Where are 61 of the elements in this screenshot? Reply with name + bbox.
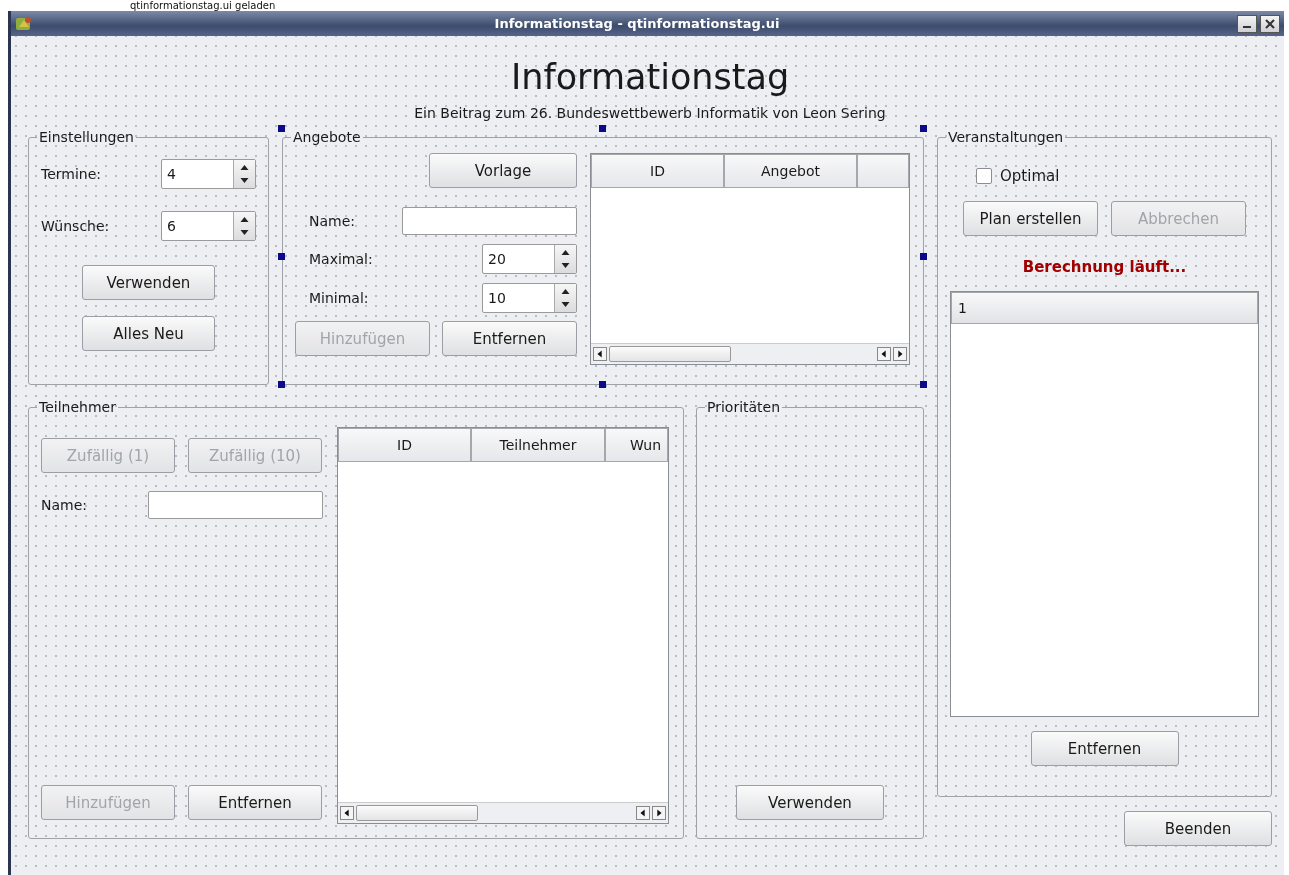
- selection-handle[interactable]: [278, 253, 285, 260]
- spin-box[interactable]: 4: [161, 159, 256, 189]
- horizontal-scrollbar[interactable]: [338, 802, 668, 823]
- minimize-button[interactable]: [1237, 14, 1257, 33]
- selection-handle[interactable]: [599, 381, 606, 388]
- group-title: Einstellungen: [38, 129, 135, 145]
- close-button[interactable]: [1260, 14, 1280, 33]
- scroll-left-icon[interactable]: [877, 347, 891, 361]
- field-label: Name:: [41, 497, 88, 513]
- scroll-left-icon[interactable]: [593, 347, 607, 361]
- spin-box[interactable]: 6: [161, 211, 256, 241]
- selection-handle[interactable]: [920, 381, 927, 388]
- group-title: Prioritäten: [706, 399, 782, 415]
- column-header[interactable]: ID: [591, 154, 724, 188]
- push-button[interactable]: Verwenden: [736, 785, 884, 820]
- name-field[interactable]: [148, 491, 323, 519]
- column-header[interactable]: Teilnehmer: [471, 428, 605, 462]
- scroll-left-icon[interactable]: [340, 806, 354, 820]
- spin-box[interactable]: 10: [482, 283, 577, 313]
- scroll-left-icon[interactable]: [636, 806, 650, 820]
- scrollbar-thumb[interactable]: [609, 346, 731, 362]
- app-icon: [15, 15, 33, 32]
- group-title: Veranstaltungen: [947, 129, 1065, 145]
- push-button[interactable]: Entfernen: [442, 321, 577, 356]
- name-field[interactable]: [402, 207, 577, 235]
- status-label: Berechnung läuft...: [1021, 258, 1188, 276]
- selection-handle[interactable]: [920, 125, 927, 132]
- field-label: Minimal:: [309, 290, 369, 306]
- checkbox-label[interactable]: Optimal: [1000, 167, 1060, 185]
- page-heading: Informationstag: [509, 56, 791, 99]
- window-title: Informationstag - qtinformationstag.ui: [493, 16, 781, 31]
- field-label: Maximal:: [309, 251, 373, 267]
- field-label: Termine:: [41, 166, 102, 182]
- field-label: Wünsche:: [41, 218, 110, 234]
- group-title: Teilnehmer: [38, 399, 117, 415]
- column-header[interactable]: Wun: [605, 428, 668, 462]
- remove-button[interactable]: Entfernen: [1030, 731, 1179, 766]
- push-button[interactable]: Alles Neu: [82, 316, 215, 351]
- push-button[interactable]: Plan erstellen: [963, 201, 1098, 236]
- scroll-right-icon[interactable]: [652, 806, 666, 820]
- close-icon[interactable]: [1265, 18, 1275, 29]
- field-label: Name:: [309, 213, 356, 229]
- selection-handle[interactable]: [920, 253, 927, 260]
- column-header[interactable]: Angebot: [724, 154, 857, 188]
- subtitle: Ein Beitrag zum 26. Bundeswettbewerb Informatik von Leon Sering: [413, 104, 887, 123]
- push-button[interactable]: Entfernen: [188, 785, 322, 820]
- selection-handle[interactable]: [278, 381, 285, 388]
- scrollbar-thumb[interactable]: [356, 805, 478, 821]
- spin-box[interactable]: 20: [482, 244, 577, 274]
- selection-handle[interactable]: [278, 125, 285, 132]
- group-title: Angebote: [292, 129, 362, 145]
- push-button[interactable]: Verwenden: [82, 265, 215, 300]
- column-header[interactable]: 1: [951, 292, 1258, 324]
- checkbox[interactable]: [976, 168, 992, 184]
- template-button[interactable]: Vorlage: [429, 153, 577, 188]
- quit-button[interactable]: Beenden: [1124, 811, 1272, 846]
- status-message: qtinformationstag.ui geladen: [130, 0, 276, 11]
- column-header[interactable]: ID: [338, 428, 471, 462]
- scroll-right-icon[interactable]: [893, 347, 907, 361]
- horizontal-scrollbar[interactable]: [591, 343, 909, 364]
- selection-handle[interactable]: [599, 125, 606, 132]
